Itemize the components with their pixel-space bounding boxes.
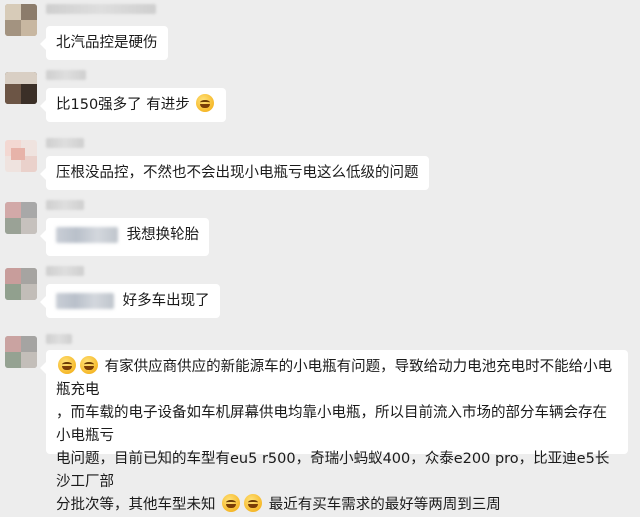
- avatar[interactable]: [5, 4, 37, 36]
- laughing-tears-icon: [58, 356, 76, 374]
- avatar[interactable]: [5, 140, 37, 172]
- message-bubble[interactable]: 压根没品控，不然也不会出现小电瓶亏电这么低级的问题: [40, 156, 429, 190]
- avatar[interactable]: [5, 202, 37, 234]
- laughing-tears-icon: [222, 494, 241, 512]
- message-line: 电问题，目前已知的车型有eu5 r500，奇瑞小蚂蚁400，众泰e200 pro…: [56, 451, 610, 490]
- message-text: 北汽品控是硬伤: [56, 35, 158, 51]
- sender-name: [46, 266, 84, 276]
- laughing-tears-icon: [244, 494, 263, 512]
- avatar[interactable]: [5, 268, 37, 300]
- message-text: 好多车出现了: [122, 293, 210, 309]
- laughing-tears-icon: [80, 356, 98, 374]
- avatar[interactable]: [5, 72, 37, 104]
- message-text: 我想换轮胎: [126, 227, 200, 243]
- redacted-mention: [56, 227, 118, 243]
- sender-name: [46, 138, 84, 148]
- message-line: 分批次等，其他车型未知 最近有买车需求的最好等两周到三周: [56, 494, 618, 517]
- message-line: ，而车载的电子设备如车机屏幕供电均靠小电瓶，所以目前流入市场的部分车辆会存在小电…: [56, 405, 607, 444]
- message-line: 有家供应商供应的新能源车的小电瓶有问题，导致给动力电池充电时不能给小电瓶充电: [56, 356, 618, 402]
- message-bubble[interactable]: 我想换轮胎: [39, 218, 210, 256]
- sender-name: [46, 334, 72, 344]
- message-text: 压根没品控，不然也不会出现小电瓶亏电这么低级的问题: [56, 165, 419, 181]
- avatar[interactable]: [5, 336, 37, 368]
- sender-name: [46, 200, 84, 210]
- message-bubble[interactable]: 有家供应商供应的新能源车的小电瓶有问题，导致给动力电池充电时不能给小电瓶充电 ，…: [40, 350, 628, 513]
- sender-name: [46, 4, 156, 14]
- sender-name: [46, 70, 86, 80]
- thinking-face-icon: [196, 94, 215, 112]
- message-bubble[interactable]: 好多车出现了: [40, 284, 220, 318]
- message-text: 比150强多了 有进步: [56, 97, 190, 113]
- redacted-mention: [56, 293, 114, 309]
- message-bubble[interactable]: 比150强多了 有进步: [39, 88, 227, 122]
- message-bubble[interactable]: 北汽品控是硬伤: [40, 26, 168, 60]
